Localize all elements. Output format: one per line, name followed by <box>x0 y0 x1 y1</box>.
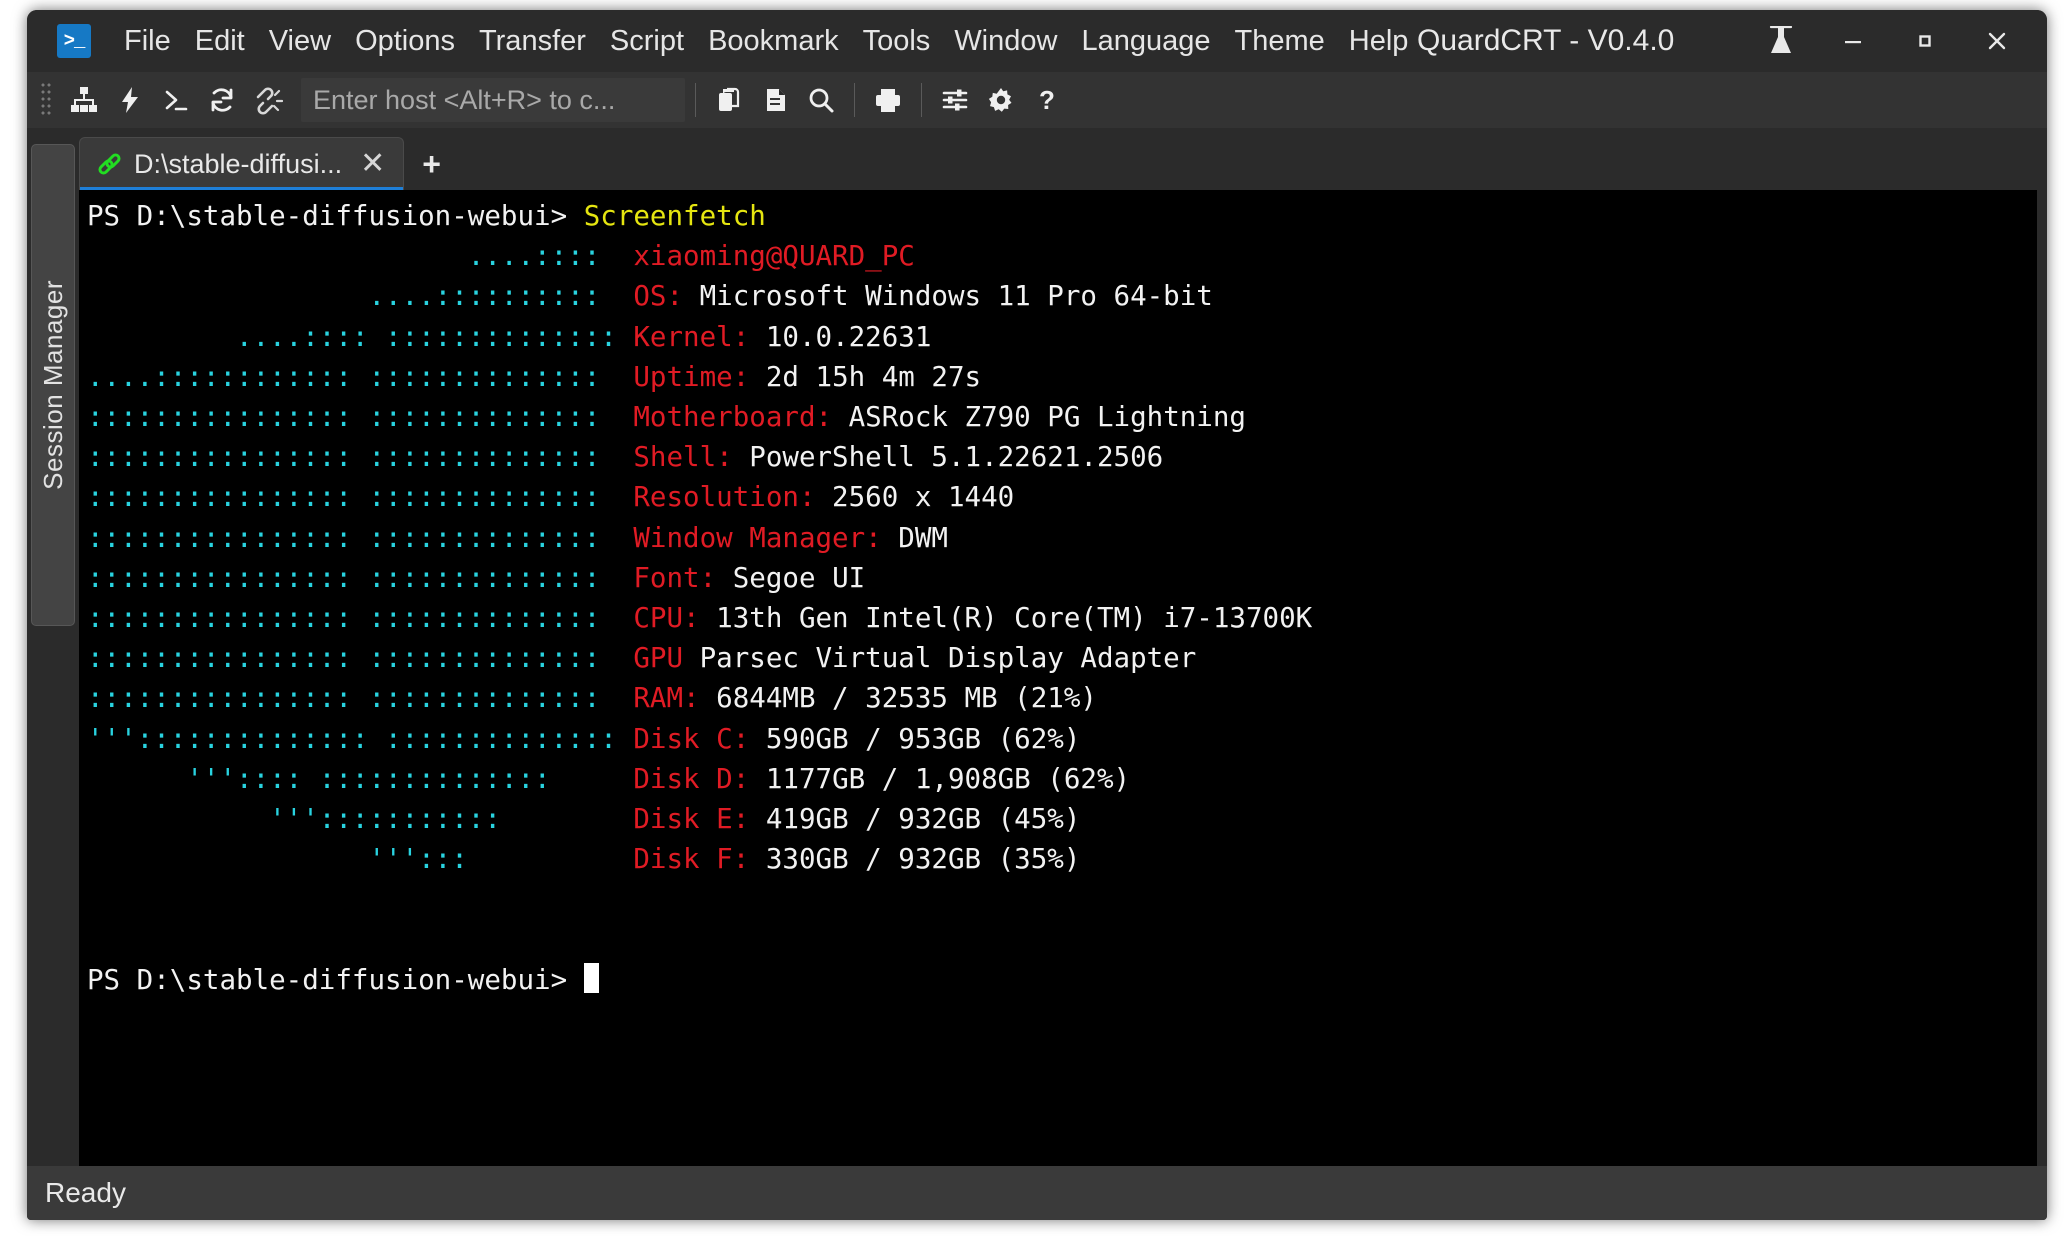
title-bar: >_ File Edit View Options Transfer Scrip… <box>27 10 2047 72</box>
application-window: >_ File Edit View Options Transfer Scrip… <box>27 10 2047 1220</box>
menu-item-view[interactable]: View <box>258 21 342 62</box>
menu-item-help[interactable]: Help <box>1338 21 1420 62</box>
disconnect-icon[interactable] <box>245 77 291 123</box>
menu-item-options[interactable]: Options <box>344 21 466 62</box>
host-input[interactable] <box>301 78 685 122</box>
menu-item-transfer[interactable]: Transfer <box>468 21 597 62</box>
menu-item-file[interactable]: File <box>113 21 182 62</box>
terminal-output: PS D:\stable-diffusion-webui> Screenfetc… <box>87 196 2037 1000</box>
tab-terminal-session[interactable]: D:\stable-diffusi... ✕ <box>79 137 404 190</box>
toolbar-separator-1 <box>695 83 696 117</box>
copy-icon[interactable] <box>706 77 752 123</box>
gear-icon[interactable] <box>978 77 1024 123</box>
toolbar: ? <box>27 72 2047 128</box>
status-bar: Ready <box>27 1166 2047 1220</box>
tab-close-icon[interactable]: ✕ <box>354 149 391 179</box>
left-dock: Session Manager <box>27 134 79 1166</box>
body-area: Session Manager D:\stable-diffusi... ✕ + <box>27 128 2047 1166</box>
menu-item-window[interactable]: Window <box>943 21 1068 62</box>
terminal-screen[interactable]: PS D:\stable-diffusion-webui> Screenfetc… <box>79 190 2037 1166</box>
window-title: QuardCRT - V0.4.0 <box>1417 24 1674 58</box>
new-tab-button[interactable]: + <box>404 148 459 190</box>
reconnect-icon[interactable] <box>199 77 245 123</box>
status-text: Ready <box>45 1177 126 1209</box>
minimize-button[interactable] <box>1817 14 1889 68</box>
local-shell-icon[interactable] <box>153 77 199 123</box>
flask-icon[interactable] <box>1745 14 1817 68</box>
tab-strip: D:\stable-diffusi... ✕ + <box>79 134 2037 190</box>
toolbar-separator-3 <box>921 83 922 117</box>
sidebar-item-session-manager[interactable]: Session Manager <box>31 144 75 626</box>
menu-item-theme[interactable]: Theme <box>1224 21 1336 62</box>
menu-item-tools[interactable]: Tools <box>852 21 942 62</box>
content-column: D:\stable-diffusi... ✕ + PS D:\stable-di… <box>79 134 2047 1166</box>
help-icon[interactable]: ? <box>1024 77 1070 123</box>
tab-label: D:\stable-diffusi... <box>134 149 342 180</box>
menu-item-bookmark[interactable]: Bookmark <box>697 21 850 62</box>
menu-bar: File Edit View Options Transfer Script B… <box>113 21 1419 62</box>
link-chain-icon <box>96 151 122 177</box>
session-manager-label: Session Manager <box>38 280 69 490</box>
find-icon[interactable] <box>798 77 844 123</box>
print-icon[interactable] <box>865 77 911 123</box>
maximize-button[interactable] <box>1889 14 1961 68</box>
toolbar-grip[interactable] <box>41 83 53 117</box>
session-manager-icon[interactable] <box>61 77 107 123</box>
menu-item-language[interactable]: Language <box>1070 21 1221 62</box>
settings-sliders-icon[interactable] <box>932 77 978 123</box>
window-controls <box>1745 10 2033 72</box>
svg-text:?: ? <box>1039 85 1055 115</box>
app-logo-icon: >_ <box>57 24 91 58</box>
quick-connect-icon[interactable] <box>107 77 153 123</box>
toolbar-separator-2 <box>854 83 855 117</box>
paste-icon[interactable] <box>752 77 798 123</box>
menu-item-edit[interactable]: Edit <box>184 21 256 62</box>
menu-item-script[interactable]: Script <box>599 21 695 62</box>
close-button[interactable] <box>1961 14 2033 68</box>
